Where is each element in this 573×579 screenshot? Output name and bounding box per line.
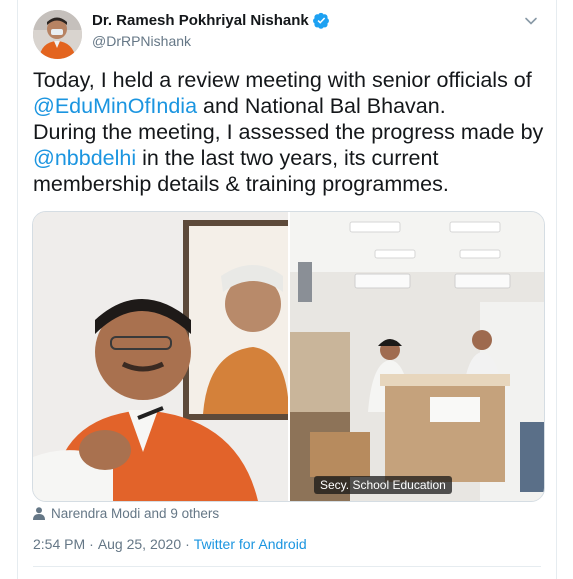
person-icon [33,507,45,520]
avatar-image [33,10,82,59]
divider [33,566,541,567]
author-handle[interactable]: @DrRPNishank [92,33,191,49]
meta-separator: · [185,536,190,552]
likers-row[interactable]: Narendra Modi and 9 others [33,506,219,521]
tweet-text-part: and National Bal Bhavan. [197,94,446,118]
tweet-source-link[interactable]: Twitter for Android [194,536,307,552]
verified-badge-icon [312,12,329,29]
author-name[interactable]: Dr. Ramesh Pokhriyal Nishank [92,12,309,29]
tweet-text-part: During the meeting, I assessed the progr… [33,120,544,144]
meta-separator: · [89,536,94,552]
chevron-down-icon[interactable] [524,14,538,28]
tweet-media: Secy. School Education [32,211,545,502]
tweet-meta: 2:54 PM · Aug 25, 2020 · Twitter for And… [33,536,307,552]
tweet-text: Today, I held a review meeting with seni… [33,67,545,197]
photo-left-image [33,212,288,501]
likers-text[interactable]: Narendra Modi and 9 others [51,506,219,521]
media-photo-left[interactable] [33,212,288,501]
media-photo-right[interactable]: Secy. School Education [290,212,544,501]
tweet-card: Dr. Ramesh Pokhriyal Nishank @DrRPNishan… [17,0,557,579]
avatar[interactable] [33,10,82,59]
tweet-date[interactable]: Aug 25, 2020 [98,536,181,552]
tweet-time[interactable]: 2:54 PM [33,536,85,552]
author-row[interactable]: Dr. Ramesh Pokhriyal Nishank [92,12,330,29]
photo-caption: Secy. School Education [314,476,452,494]
mention-link[interactable]: @EduMinOfIndia [33,94,197,118]
tweet-text-part: Today, I held a review meeting with seni… [33,68,532,92]
photo-right-image [290,212,544,501]
mention-link[interactable]: @nbbdelhi [33,146,136,170]
